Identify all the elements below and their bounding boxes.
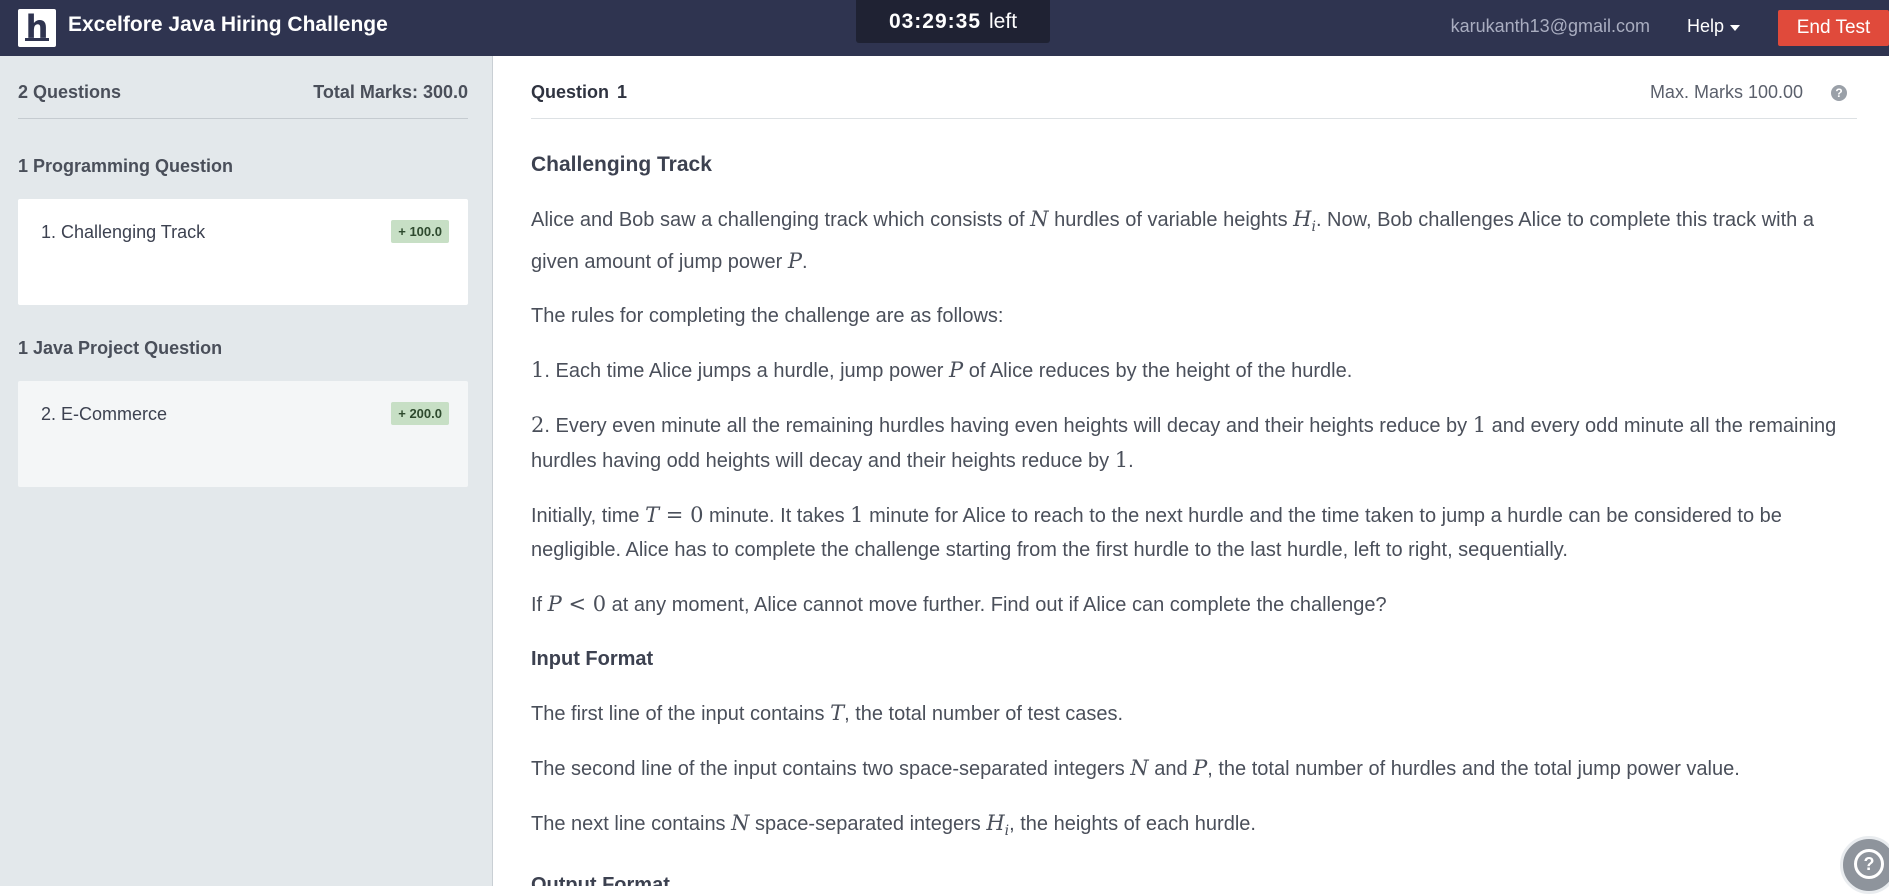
sidebar-header: 2 Questions Total Marks: 300.0 xyxy=(18,82,468,103)
help-label: Help xyxy=(1687,16,1725,36)
question-circle-icon[interactable]: ? xyxy=(1831,84,1847,101)
input-line-2: The second line of the input contains tw… xyxy=(531,756,1740,780)
question-item-label: 1. Challenging Track xyxy=(41,222,206,242)
question-item-label: 2. E-Commerce xyxy=(41,404,168,424)
divider xyxy=(18,118,468,119)
question-header: Question 1 Max. Marks 100.00 ? xyxy=(531,82,1857,103)
question-number-value: 1 xyxy=(617,82,628,102)
paragraph-intro: Alice and Bob saw a challenging track wh… xyxy=(531,207,1814,273)
problem-statement: Challenging Track Alice and Bob saw a ch… xyxy=(531,148,1857,886)
support-help-button[interactable]: ? xyxy=(1840,836,1889,894)
rule-1: 1. Each time Alice jumps a hurdle, jump … xyxy=(531,358,1353,382)
rule-2: 2. Every even minute all the remaining h… xyxy=(531,413,1837,472)
questions-count: 2 Questions xyxy=(18,82,122,102)
total-marks: Total Marks: 300.0 xyxy=(313,82,468,102)
output-format-title: Output Format xyxy=(531,874,670,886)
question-circle-icon: ? xyxy=(1854,849,1884,879)
section-title-programming: 1 Programming Question xyxy=(18,156,234,176)
top-bar: h Excelfore Java Hiring Challenge 03:29:… xyxy=(0,0,1889,56)
hackerearth-logo: h xyxy=(18,9,56,47)
user-email: karukanth13@gmail.com xyxy=(1450,16,1650,36)
paragraph-rules-intro: The rules for completing the challenge a… xyxy=(531,305,1004,327)
question-label: Question xyxy=(531,82,610,102)
input-line-3: The next line contains N space-separated… xyxy=(531,811,1256,839)
question-item-2[interactable]: 2. E-Commerce + 200.0 xyxy=(18,381,468,487)
help-menu-button[interactable]: Help xyxy=(1687,16,1741,37)
app-title: Excelfore Java Hiring Challenge xyxy=(68,13,388,36)
paragraph-condition: If P < 0 at any moment, Alice cannot mov… xyxy=(531,592,1387,616)
max-marks: Max. Marks 100.00 ? xyxy=(1650,82,1857,103)
problem-title: Challenging Track xyxy=(531,153,712,176)
timer-suffix: left xyxy=(989,9,1018,33)
chevron-down-icon xyxy=(1730,24,1741,31)
end-test-button[interactable]: End Test xyxy=(1778,10,1889,46)
question-item-1[interactable]: 1. Challenging Track + 100.0 xyxy=(18,199,468,305)
timer-value: 03:29:35 xyxy=(888,9,982,33)
section-title-java-project: 1 Java Project Question xyxy=(18,338,223,358)
question-panel: Question 1 Max. Marks 100.00 ? Challengin… xyxy=(531,56,1857,886)
max-marks-text: Max. Marks 100.00 xyxy=(1649,82,1803,102)
question-sidebar: 2 Questions Total Marks: 300.0 1 Program… xyxy=(0,56,493,886)
paragraph-time: Initially, time T = 0 minute. It takes 1… xyxy=(531,503,1782,561)
marks-badge: + 200.0 xyxy=(391,402,449,425)
question-number: Question 1 xyxy=(531,82,627,103)
timer: 03:29:35 left xyxy=(856,0,1050,43)
marks-badge: + 100.0 xyxy=(391,220,449,243)
divider xyxy=(531,118,1857,119)
input-line-1: The first line of the input contains T, … xyxy=(531,701,1124,725)
input-format-title: Input Format xyxy=(531,648,654,670)
